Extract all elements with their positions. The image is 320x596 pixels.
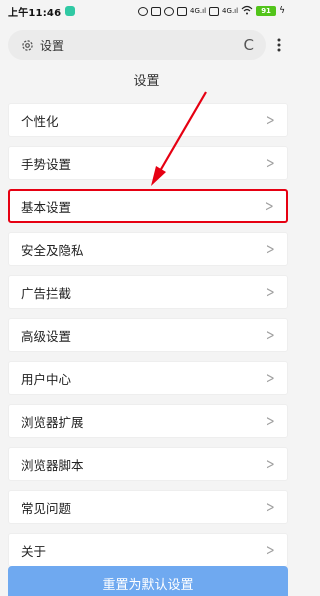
- menu-item-gesture-settings[interactable]: 手势设置 >: [8, 146, 288, 180]
- signal-4g-icon-2: 4G.ıl: [222, 7, 239, 15]
- alarm-icon: [164, 6, 175, 16]
- menu-item-label: 浏览器脚本: [21, 457, 84, 473]
- menu-item-label: 浏览器扩展: [21, 414, 84, 430]
- charging-icon: ϟ: [279, 6, 285, 16]
- chevron-right-icon: >: [266, 283, 276, 301]
- more-icon[interactable]: [269, 30, 289, 60]
- url-bar[interactable]: 设置 C: [8, 30, 266, 60]
- chevron-right-icon: >: [265, 197, 275, 215]
- menu-item-advanced-settings[interactable]: 高级设置 >: [8, 318, 288, 352]
- menu-item-ad-blocking[interactable]: 广告拦截 >: [8, 275, 288, 309]
- menu-item-security-privacy[interactable]: 安全及隐私 >: [8, 232, 288, 266]
- menu-item-basic-settings[interactable]: 基本设置 >: [8, 189, 288, 223]
- refresh-icon[interactable]: C: [244, 36, 254, 54]
- chevron-right-icon: >: [266, 326, 276, 344]
- chevron-right-icon: >: [266, 369, 276, 387]
- chevron-right-icon: >: [266, 240, 276, 258]
- chevron-right-icon: >: [266, 498, 276, 516]
- bluetooth-icon: [138, 6, 149, 16]
- battery-icon: 91: [256, 6, 277, 16]
- gear-icon: [20, 38, 34, 52]
- hd-icon: [177, 6, 188, 16]
- url-text: 设置: [40, 38, 65, 53]
- menu-item-label: 个性化: [21, 113, 59, 129]
- reset-defaults-button[interactable]: 重置为默认设置: [8, 566, 288, 596]
- chevron-right-icon: >: [266, 154, 276, 172]
- url-row: 设置 C: [0, 30, 293, 60]
- menu-item-label: 广告拦截: [21, 285, 72, 301]
- status-indicators: 4G.ıl 4G.ıl 91 ϟ: [138, 5, 285, 18]
- settings-screen: 上午11:46 4G.ıl 4G.ıl 91 ϟ 设置 C 设置 个性化 > 手…: [0, 0, 293, 596]
- settings-menu: 个性化 > 手势设置 > 基本设置 > 安全及隐私 > 广告拦截 > 高级设置 …: [8, 103, 288, 576]
- menu-item-label: 高级设置: [21, 328, 72, 344]
- status-time: 上午11:46: [8, 7, 62, 19]
- menu-item-browser-extensions[interactable]: 浏览器扩展 >: [8, 404, 288, 438]
- menu-item-faq[interactable]: 常见问题 >: [8, 490, 288, 524]
- page-title: 设置: [133, 74, 160, 89]
- wifi-icon: [241, 5, 253, 18]
- menu-item-browser-scripts[interactable]: 浏览器脚本 >: [8, 447, 288, 481]
- menu-item-about[interactable]: 关于 >: [8, 533, 288, 567]
- menu-item-user-center[interactable]: 用户中心 >: [8, 361, 288, 395]
- menu-item-personalization[interactable]: 个性化 >: [8, 103, 288, 137]
- app-notification-icon: [65, 6, 76, 16]
- signal-4g-icon-1: 4G.ıl: [190, 7, 207, 15]
- chevron-right-icon: >: [266, 412, 276, 430]
- menu-item-label: 基本设置: [21, 199, 72, 215]
- nfc-icon: [151, 6, 162, 16]
- chevron-right-icon: >: [266, 455, 276, 473]
- menu-item-label: 安全及隐私: [21, 242, 84, 258]
- menu-item-label: 关于: [21, 543, 47, 559]
- status-bar: 上午11:46 4G.ıl 4G.ıl 91 ϟ: [0, 0, 293, 22]
- menu-item-label: 常见问题: [21, 500, 72, 516]
- chevron-right-icon: >: [266, 111, 276, 129]
- hd-icon-2: [209, 6, 220, 16]
- menu-item-label: 用户中心: [21, 371, 72, 387]
- chevron-right-icon: >: [266, 541, 276, 559]
- menu-item-label: 手势设置: [21, 156, 72, 172]
